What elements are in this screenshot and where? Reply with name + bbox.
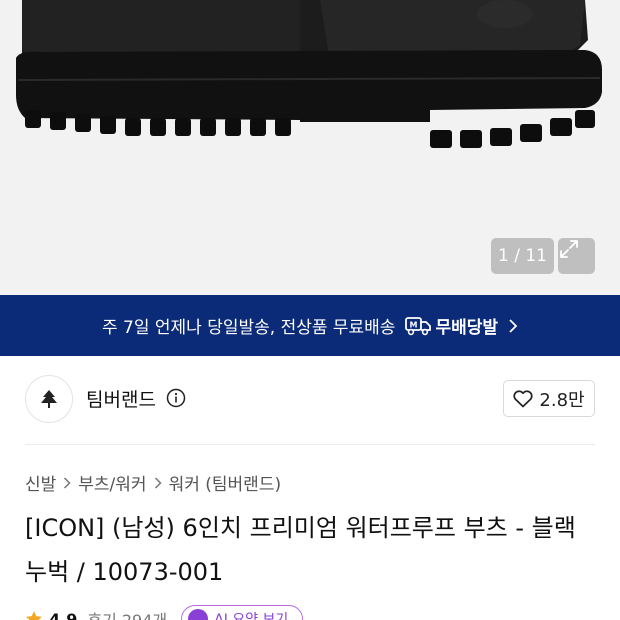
heart-icon (513, 389, 534, 407)
breadcrumb: 신발 부츠/워커 워커 (팀버랜드) (25, 470, 281, 495)
brand-logo[interactable] (25, 375, 73, 423)
banner-message: 주 7일 언제나 당일발송, 전상품 무료배송 (101, 318, 396, 338)
brand-like-button[interactable]: 2.8만 (503, 380, 595, 417)
review-count[interactable]: 후기 294개 (87, 607, 167, 620)
breadcrumb-item[interactable]: 신발 (25, 470, 56, 495)
svg-text:M: M (410, 320, 418, 329)
tree-logo-icon (41, 390, 57, 408)
brand-row: 팀버랜드 2.8만 (0, 356, 620, 444)
chevron-right-icon (154, 476, 162, 489)
chevron-right-icon (63, 476, 71, 489)
product-title: [ICON] (남성) 6인치 프리미엄 워터프루프 부츠 - 블랙 누벅 / … (25, 514, 576, 586)
divider (25, 444, 595, 445)
ai-icon (188, 609, 209, 620)
free-shipping-banner[interactable]: 주 7일 언제나 당일발송, 전상품 무료배송 M 무배당발 (0, 295, 620, 356)
ai-summary-button[interactable]: AI 요약 보기 (181, 605, 304, 620)
ai-summary-label: AI 요약 보기 (214, 612, 289, 620)
rating-row: 4.9 후기 294개 AI 요약 보기 (25, 604, 304, 620)
delivery-truck-icon: M (405, 316, 432, 335)
breadcrumb-item[interactable]: 워커 (팀버랜드) (169, 470, 282, 495)
expand-image-button[interactable] (558, 238, 595, 274)
rating-score: 4.9 (49, 609, 78, 620)
star-icon (26, 611, 42, 620)
breadcrumb-item[interactable]: 부츠/워커 (78, 470, 146, 495)
banner-badge-label: 무배당발 (435, 318, 499, 338)
info-icon[interactable] (166, 388, 186, 408)
brand-name[interactable]: 팀버랜드 (86, 385, 156, 412)
banner-badge: M 무배당발 (405, 313, 498, 338)
image-counter: 1 / 11 (491, 238, 554, 274)
like-count: 2.8만 (539, 389, 585, 411)
product-image-gallery[interactable]: 1 / 11 (0, 0, 620, 295)
expand-icon (560, 240, 578, 258)
chevron-right-icon (508, 318, 518, 333)
